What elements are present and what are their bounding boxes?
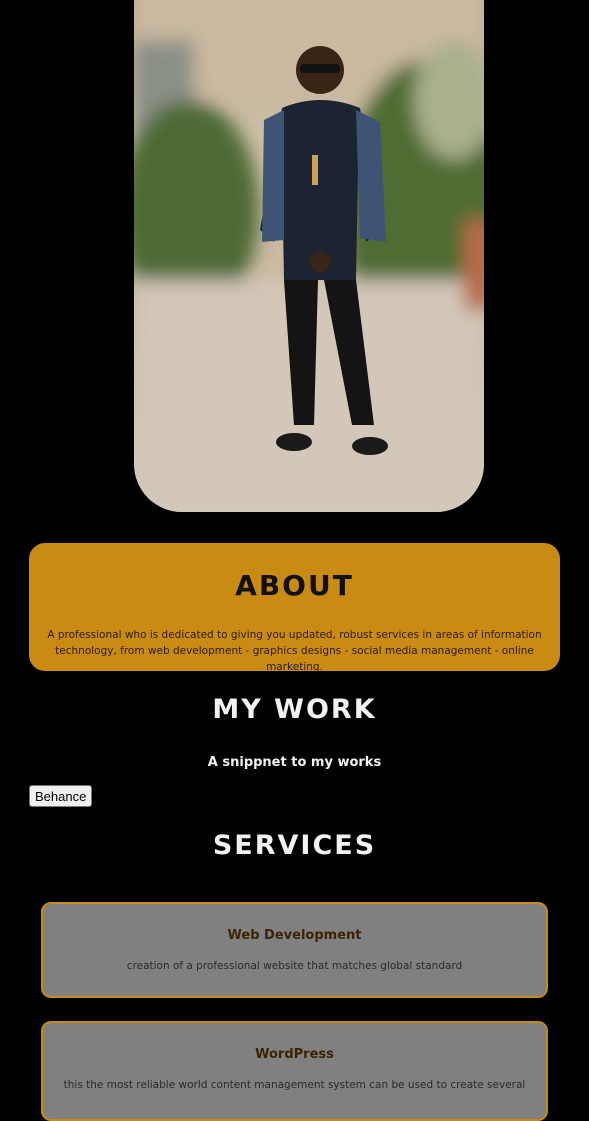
about-text: A professional who is dedicated to givin… bbox=[47, 629, 542, 673]
service-card-web-development: Web Development creation of a profession… bbox=[41, 902, 548, 998]
service-card-text: this the most reliable world content man… bbox=[63, 1079, 526, 1091]
service-card-title: WordPress bbox=[255, 1047, 334, 1062]
behance-button[interactable]: Behance bbox=[29, 785, 93, 807]
service-card-title: Web Development bbox=[227, 928, 362, 943]
profile-photo-illustration bbox=[134, 0, 484, 512]
service-card-text: creation of a professional website that … bbox=[126, 960, 463, 972]
about-section: ABOUT A professional who is dedicated to… bbox=[29, 543, 560, 673]
about-title: ABOUT bbox=[235, 569, 354, 602]
my-work-subtitle: A snippnet to my works bbox=[207, 755, 382, 770]
profile-photo bbox=[134, 0, 484, 512]
services-title: SERVICES bbox=[212, 830, 377, 861]
my-work-title: MY WORK bbox=[212, 694, 377, 725]
service-card-wordpress: WordPress this the most reliable world c… bbox=[41, 1021, 548, 1121]
